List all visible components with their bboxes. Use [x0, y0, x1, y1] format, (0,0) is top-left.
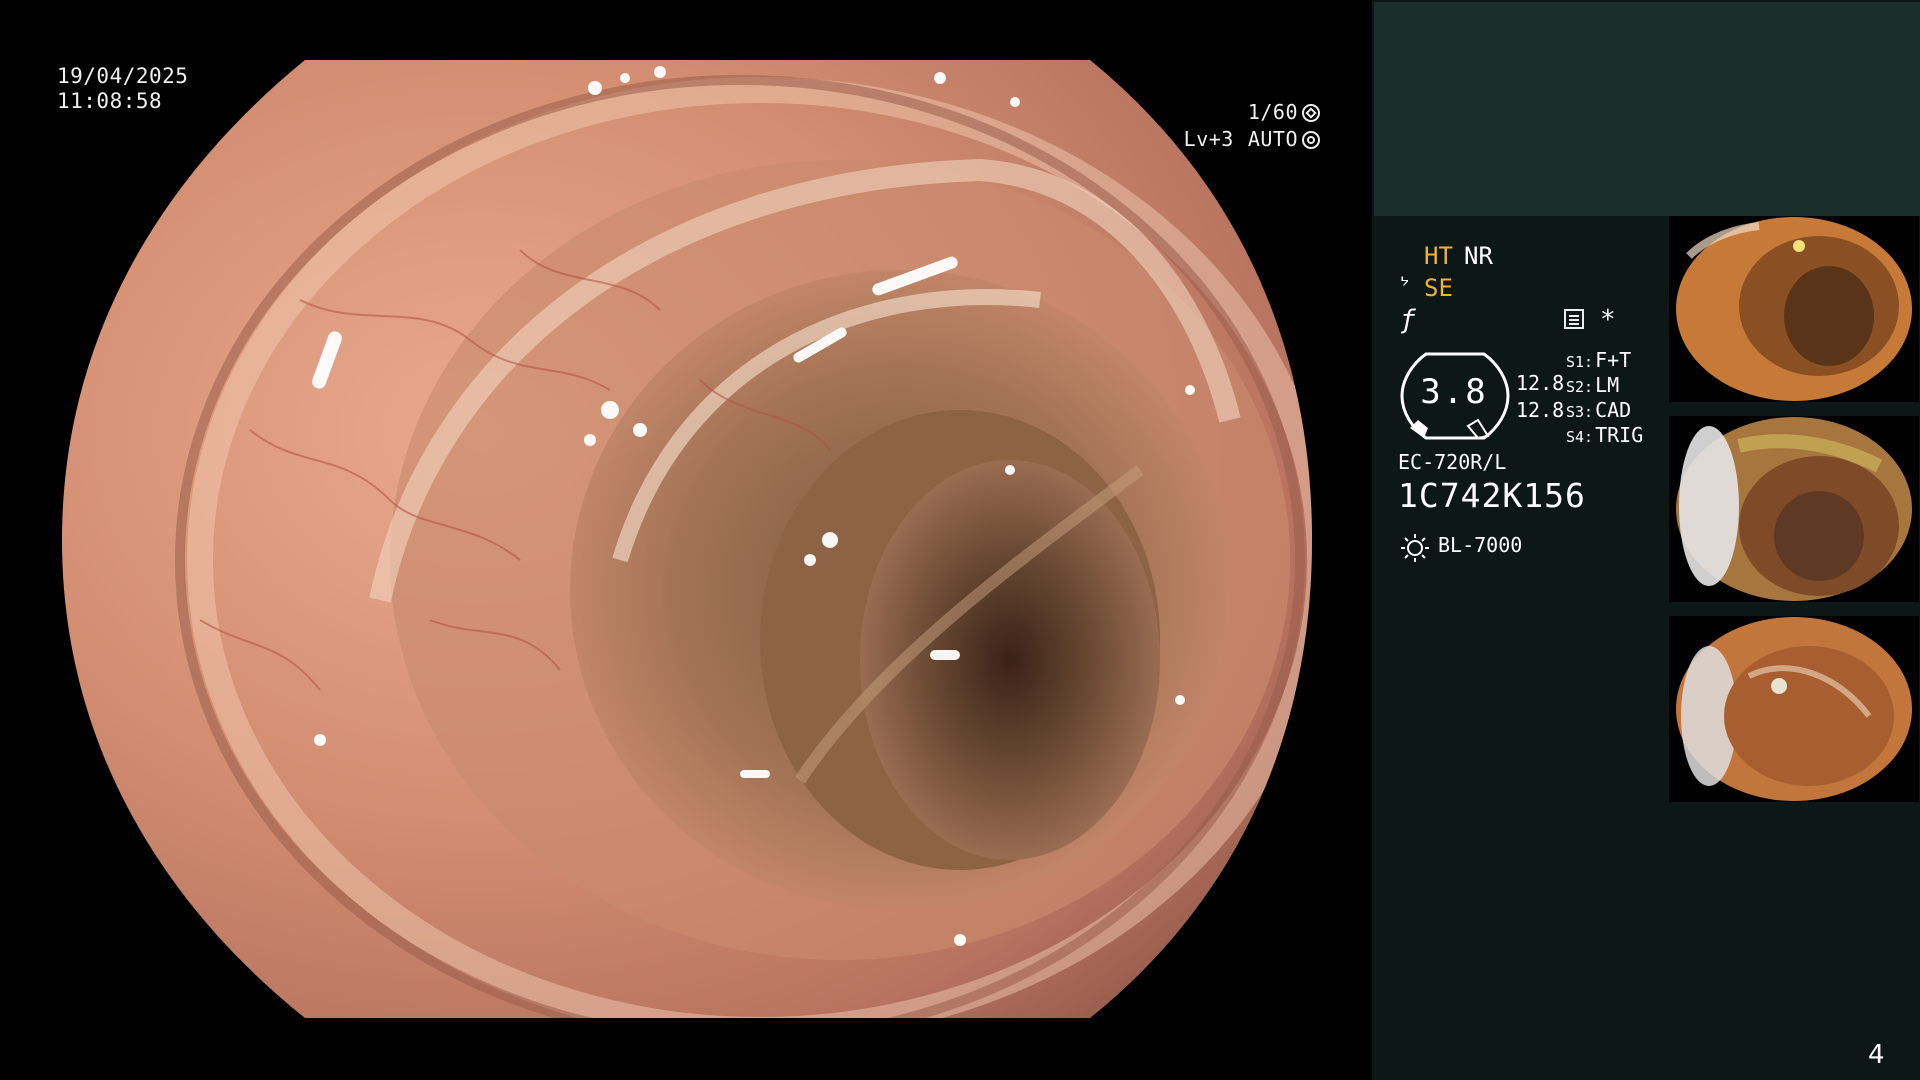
time-text: 11:08:58	[57, 89, 163, 113]
date-time: 19/04/2025 11:08:58	[57, 64, 188, 114]
switch-value: LM	[1595, 373, 1620, 397]
endoscopic-image	[62, 60, 1312, 1018]
f-icon: ƒ	[1400, 305, 1416, 335]
mode-ht: HT	[1424, 242, 1453, 270]
switch-s2: S2: LM	[1566, 373, 1619, 397]
value-b: 12.8	[1516, 398, 1565, 422]
menu-icon	[1564, 309, 1584, 329]
thumbnail-image	[1676, 617, 1912, 801]
switch-value: TRIG	[1595, 423, 1644, 447]
switch-s3: S3: CAD	[1566, 398, 1631, 422]
value-a: 12.8	[1516, 371, 1565, 395]
shutter-text: 1/60	[1247, 100, 1298, 124]
iris-row: Lv+3 AUTO	[1184, 126, 1320, 153]
switch-key: S3:	[1566, 403, 1594, 421]
endoscopy-screen: 19/04/2025 11:08:58 1/60 Lv+3 AUTO HT NR…	[0, 0, 1920, 1080]
page-number: 4	[1868, 1040, 1885, 1070]
level-text: Lv+3	[1183, 127, 1234, 151]
mode-se: SE	[1424, 274, 1453, 302]
shutter-icon	[1302, 103, 1320, 122]
endoscope-view: 19/04/2025 11:08:58 1/60 Lv+3 AUTO	[0, 0, 1372, 1080]
switch-value: F+T	[1595, 348, 1632, 372]
camera-info: 1/60 Lv+3 AUTO	[1184, 99, 1320, 153]
thumbnail-3[interactable]	[1669, 616, 1919, 802]
thumbnail-2[interactable]	[1669, 416, 1919, 602]
switch-value: CAD	[1595, 398, 1632, 422]
thumbnail-1[interactable]	[1669, 216, 1919, 402]
mode-nr: NR	[1464, 242, 1493, 270]
switch-s1: S1: F+T	[1566, 348, 1631, 372]
light-icon	[1401, 534, 1429, 562]
date-text: 19/04/2025	[57, 64, 189, 88]
light-source: BL-7000	[1438, 533, 1523, 557]
scope-model: EC-720R/L	[1398, 450, 1507, 474]
scope-serial: 1C742K156	[1398, 476, 1586, 515]
se-icon: ᔾ	[1400, 274, 1410, 299]
switch-key: S2:	[1566, 378, 1594, 396]
iris-mode-text: AUTO	[1247, 127, 1298, 151]
star-icon: *	[1600, 305, 1616, 335]
switch-s4: S4: TRIG	[1566, 423, 1643, 447]
iris-icon	[1302, 130, 1320, 149]
thumbnail-image	[1676, 417, 1912, 601]
switch-key: S1:	[1566, 353, 1594, 371]
switch-key: S4:	[1566, 428, 1594, 446]
gauge-value: 3.8	[1420, 372, 1488, 412]
shutter-row: 1/60	[1184, 99, 1320, 126]
panel-header	[1374, 2, 1920, 216]
thumbnail-image	[1676, 217, 1912, 401]
